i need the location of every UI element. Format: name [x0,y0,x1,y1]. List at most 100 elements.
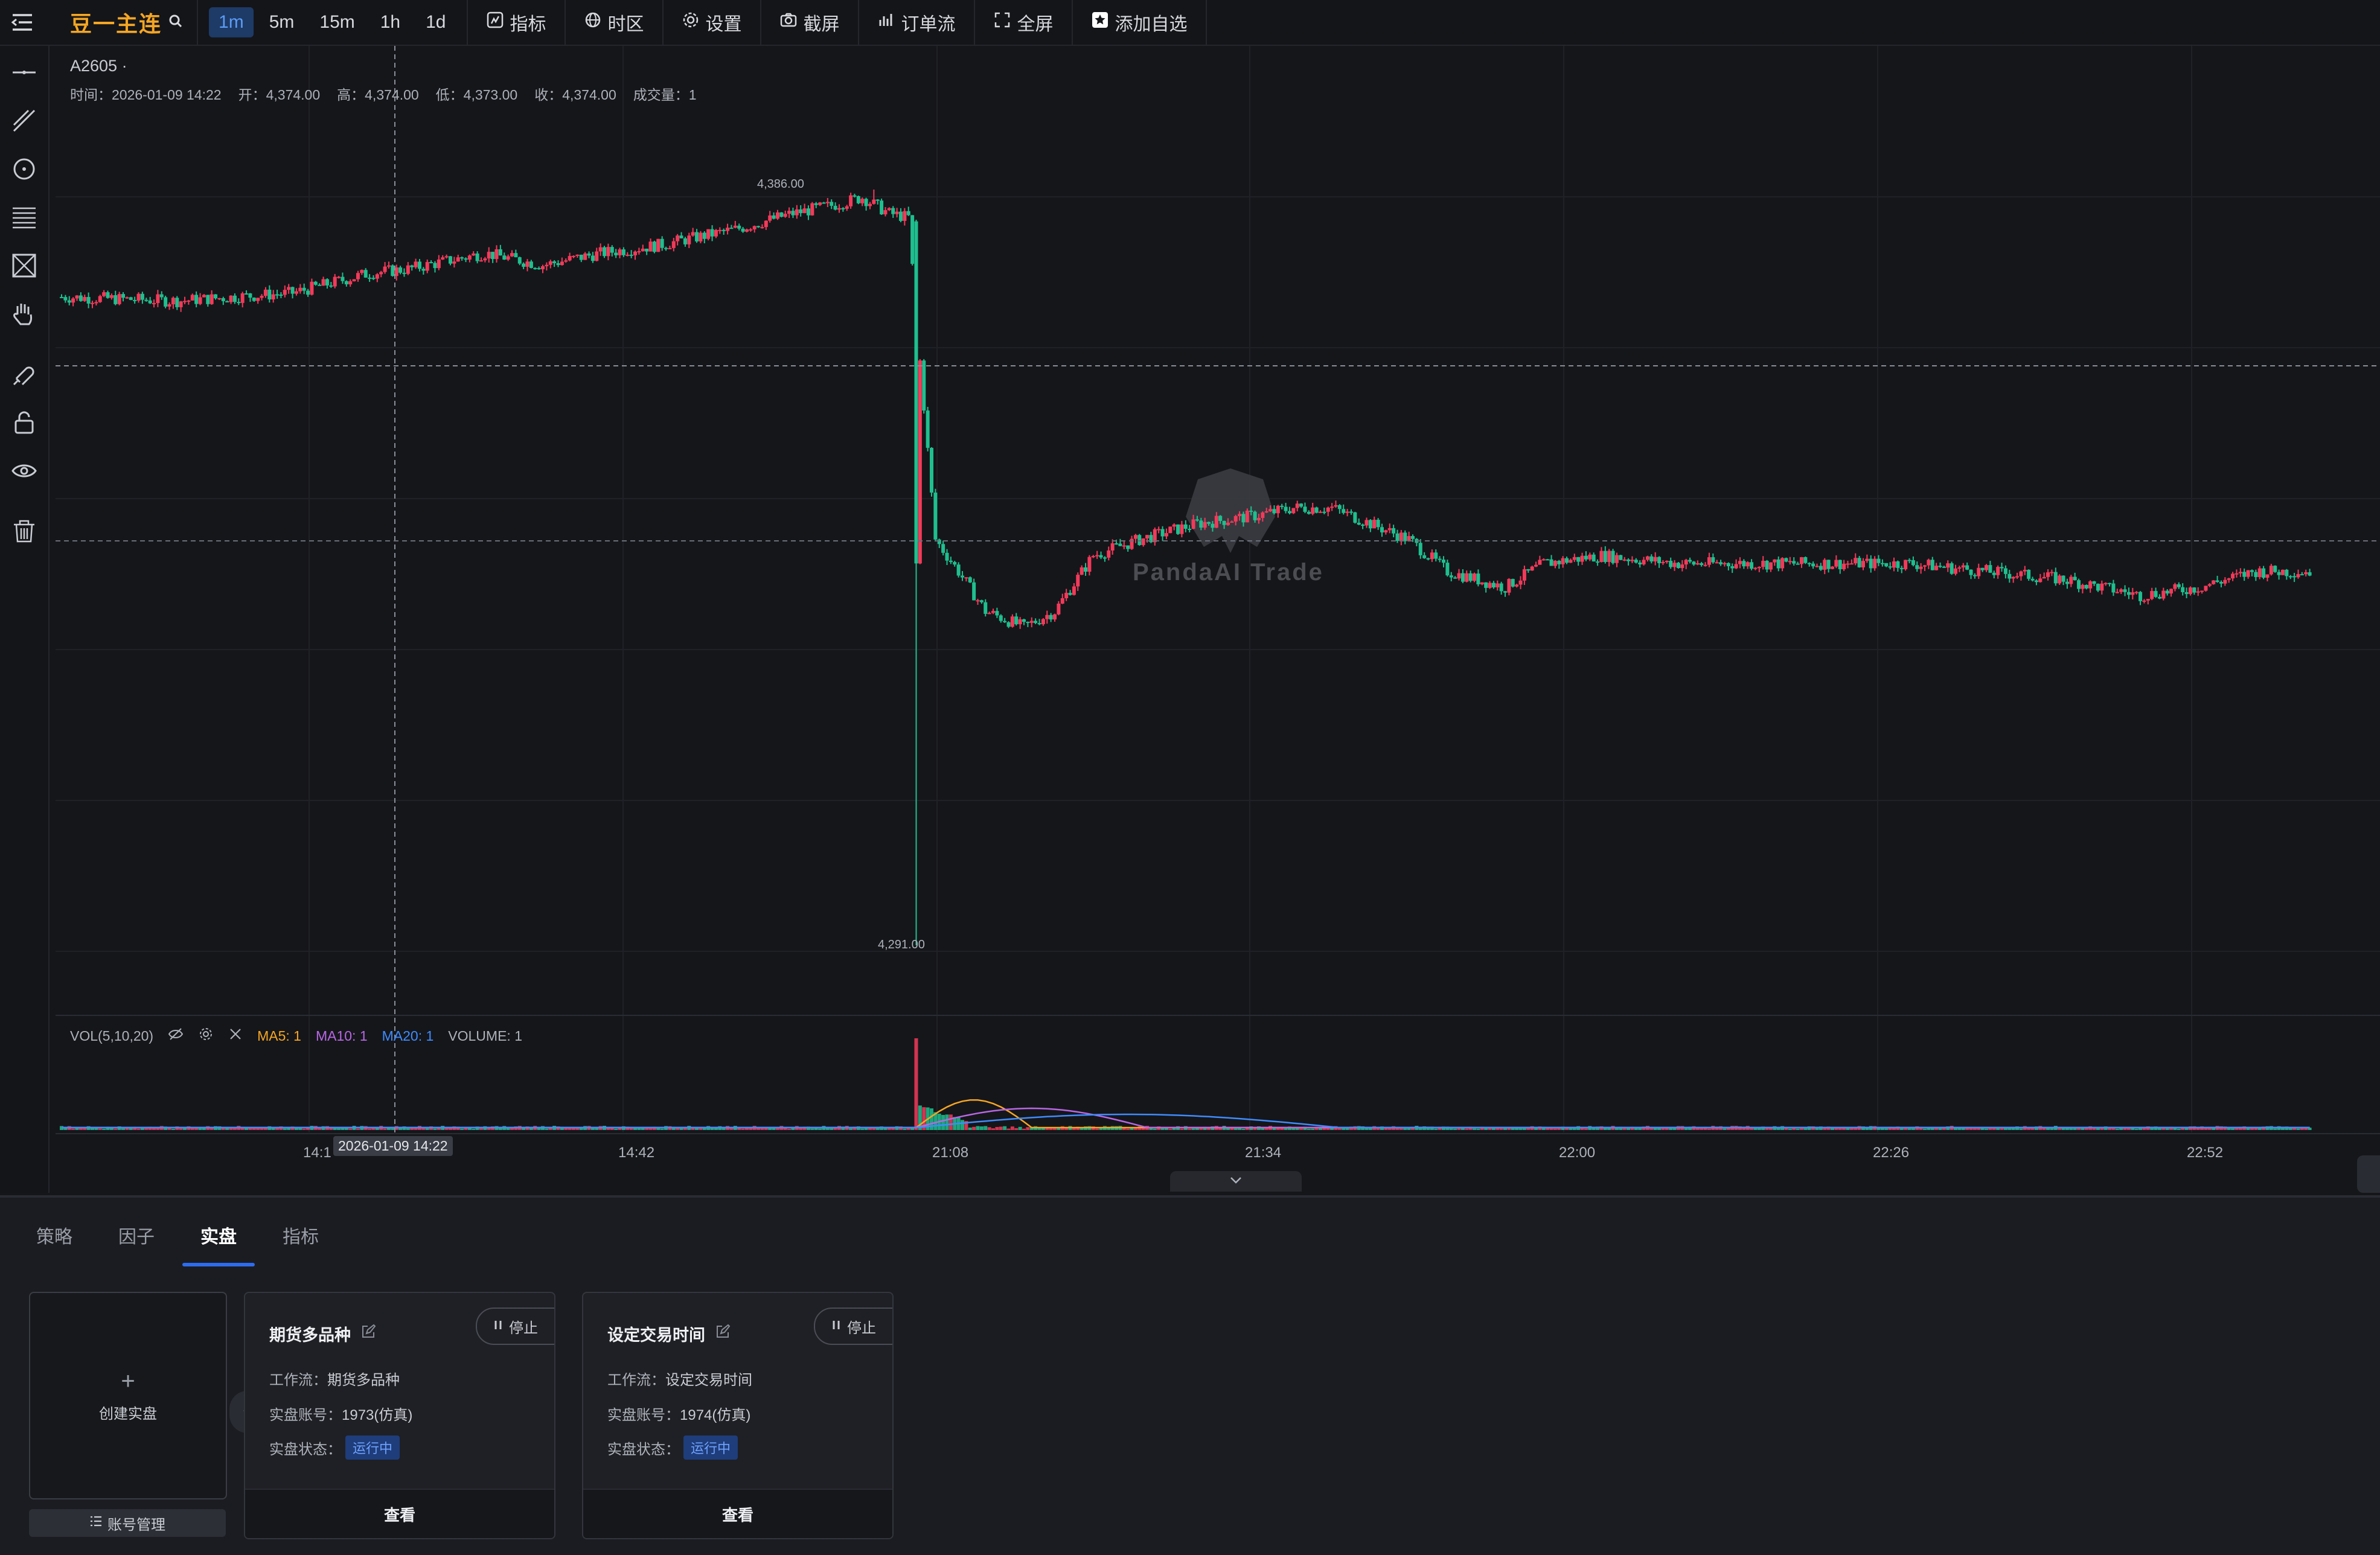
candlestick-chart[interactable] [56,46,2380,1193]
interval-15m[interactable]: 15m [310,7,364,37]
circle-tool-icon[interactable] [6,151,42,187]
candle-body [417,261,421,269]
volume-bar [810,1128,814,1130]
candle-body [637,251,641,253]
indicator-button[interactable]: 指标 [468,0,566,45]
account-manage-button[interactable]: 账号管理 [29,1509,226,1537]
volume-bar [818,1128,822,1130]
tab-strategy[interactable]: 策略 [36,1222,118,1266]
candle-body [1715,562,1719,564]
candle-body [371,278,376,279]
volume-bar [2115,1128,2119,1130]
chart-area[interactable]: A2605 · 时间：2026-01-09 14:22 开：4,374.00 高… [56,46,2380,1193]
screenshot-button[interactable]: 截屏 [761,0,859,45]
candle-body [1303,506,1307,512]
candle-body [452,261,456,264]
vol-hide-icon[interactable] [168,1026,184,1046]
tab-indicator[interactable]: 指标 [283,1222,365,1266]
candle-body [517,257,522,264]
candle-body [386,265,391,267]
candle-body [2227,578,2231,580]
horizontal-line-tool-icon[interactable] [6,54,42,91]
candle-body [726,228,730,231]
candle-body [1919,566,1923,569]
candle-body [1484,582,1488,588]
hand-tool-icon[interactable] [6,296,42,332]
orderflow-button[interactable]: 订单流 [859,0,975,45]
candle-body [853,195,857,197]
volume-bar [2157,1128,2161,1130]
collapse-panel-button[interactable] [1170,1171,1302,1192]
candle-body [1045,615,1049,619]
candle-body [2088,581,2093,589]
trend-line-tool-icon[interactable] [6,103,42,139]
candle-body [248,293,252,298]
view-button[interactable]: 查看 [245,1489,554,1538]
tab-live[interactable]: 实盘 [182,1222,283,1266]
candle-body [171,298,175,305]
volume-bar [383,1128,387,1130]
candle-body [129,297,133,300]
fullscreen-button[interactable]: 全屏 [975,0,1073,45]
magnet-icon[interactable] [6,356,42,392]
volume-bar [660,1128,664,1130]
candle-body [1122,545,1126,547]
candle-body [837,208,841,210]
candle-body [941,544,945,553]
volume-bar [2108,1128,2112,1130]
candle-body [448,256,452,264]
candle-body [2134,592,2138,593]
candle-body [441,257,445,260]
workflow-label: 工作流： [269,1372,327,1388]
volume-bar [860,1128,865,1130]
symbol-selector[interactable]: 豆一主连 [45,0,199,45]
workflow-label: 工作流： [607,1372,665,1388]
vol-close-icon[interactable] [228,1027,243,1045]
candle-body [1503,591,1508,593]
create-live-button[interactable]: + 创建实盘 [29,1292,227,1499]
candle-body [841,208,845,209]
tab-factor[interactable]: 因子 [118,1222,200,1266]
right-panel-toggle[interactable] [2357,1155,2380,1193]
volume-bar [614,1128,618,1130]
candle-body [1580,555,1584,562]
candle-body [117,294,121,304]
candle-body [1680,564,1684,569]
candle-body [976,600,980,602]
fibonacci-tool-icon[interactable] [6,199,42,235]
eye-icon[interactable] [6,453,42,489]
candle-body [1745,562,1750,567]
timezone-button[interactable]: 时区 [566,0,664,45]
stop-button[interactable]: 停止 [814,1308,892,1345]
add-watchlist-button[interactable]: 添加自选 [1073,0,1207,45]
candle-body [1003,621,1007,622]
lock-icon[interactable] [6,404,42,441]
candle-body [1442,560,1446,563]
candle-body [383,266,387,272]
edit-icon[interactable] [360,1324,376,1344]
trash-icon[interactable] [6,513,42,549]
pattern-tool-icon[interactable] [6,247,42,284]
candle-body [263,289,267,296]
candle-body [1927,560,1931,566]
candle-body [1183,524,1188,529]
candle-body [1060,598,1064,604]
interval-1m[interactable]: 1m [209,7,254,37]
candle-body [1207,522,1211,524]
menu-icon[interactable] [0,0,45,45]
candle-body [237,302,241,304]
candle-body [1029,621,1034,623]
candle-body [2204,586,2208,591]
candle-body [2000,567,2004,569]
interval-5m[interactable]: 5m [260,7,304,37]
stop-button[interactable]: 停止 [476,1308,554,1345]
view-button[interactable]: 查看 [583,1489,892,1538]
volume-bar [1985,1128,1989,1130]
settings-button[interactable]: 设置 [664,0,761,45]
candle-body [187,300,191,302]
interval-1h[interactable]: 1h [371,7,410,37]
candle-body [1403,532,1407,541]
vol-settings-icon[interactable] [198,1026,214,1046]
interval-1d[interactable]: 1d [416,7,455,37]
edit-icon[interactable] [715,1324,731,1344]
